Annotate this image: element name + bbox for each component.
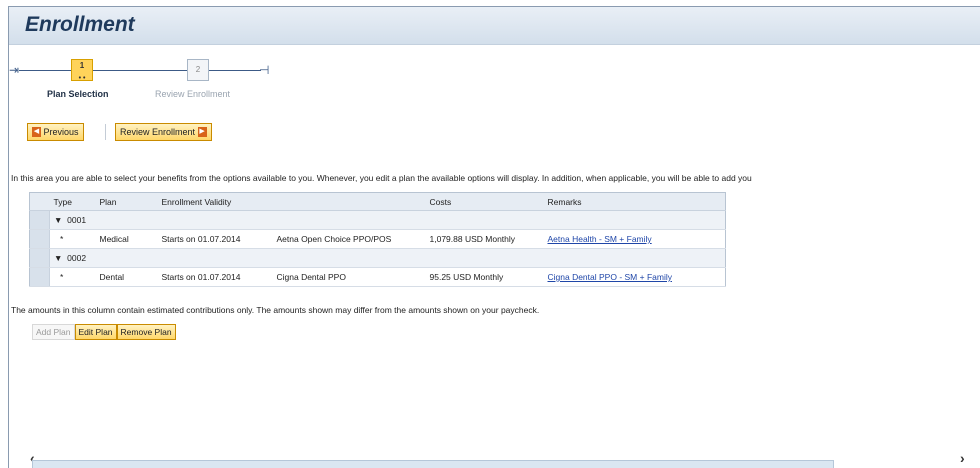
group-cell: ▼ 0001 [49,210,726,230]
cell-remarks: Aetna Health - SM + Family [543,229,726,249]
group-label: 0001 [67,215,87,225]
roadmap-step-2[interactable]: 2 [187,59,209,81]
step-label-plan-selection[interactable]: Plan Selection [47,89,109,99]
group-cell: ▼ 0002 [49,248,726,268]
row-selector[interactable] [29,229,50,249]
info-text: In this area you are able to select your… [11,173,752,183]
navigation-buttons: ◀ Previous Review Enrollment ▶ [9,123,980,143]
cell-costs: 1,079.88 USD Monthly [425,229,544,249]
collapse-icon[interactable]: ▼ [54,215,62,225]
cell-plan: Medical [95,229,158,249]
roadmap-line [19,70,71,71]
remarks-link[interactable]: Aetna Health - SM + Family [548,234,652,244]
roadmap-end-icon: ⊣ [259,63,270,77]
table-header-row: Type Plan Enrollment Validity Costs Rema… [29,192,726,211]
row-selector[interactable] [29,248,50,268]
enrollment-window: Enrollment ⇥ 1 • • 2 ⊣ Plan Selection Rev… [8,6,980,468]
cell-type: * [49,267,96,287]
remove-plan-button[interactable]: Remove Plan [116,324,176,340]
table-row[interactable]: * Medical Starts on 01.07.2014 Aetna Ope… [29,229,726,249]
horizontal-scrollbar[interactable]: ‹ › [0,450,980,468]
page-title: Enrollment [25,13,135,36]
add-plan-button[interactable]: Add Plan [32,324,75,340]
cell-plan: Dental [95,267,158,287]
title-bar: Enrollment [9,7,980,45]
cell-type: * [49,229,96,249]
table-group-row[interactable]: ▼ 0002 [29,248,726,268]
roadmap: ⇥ 1 • • 2 ⊣ Plan Selection Review Enrollm… [9,53,980,105]
cell-option: Aetna Open Choice PPO/POS [272,229,426,249]
col-remarks: Remarks [543,192,726,211]
roadmap-start-icon: ⇥ [9,63,20,77]
step-number: 2 [195,65,201,74]
col-type: Type [49,192,96,211]
col-validity: Enrollment Validity [157,192,273,211]
cell-validity: Starts on 01.07.2014 [157,229,273,249]
cell-option: Cigna Dental PPO [272,267,426,287]
plan-actions: Add Plan Edit Plan Remove Plan [32,324,176,342]
review-enrollment-button[interactable]: Review Enrollment ▶ [115,123,212,141]
disclaimer-note: The amounts in this column contain estim… [11,305,540,315]
roadmap-line [93,70,187,71]
scrollbar-track[interactable] [32,460,834,468]
divider [105,124,106,140]
cell-remarks: Cigna Dental PPO - SM + Family [543,267,726,287]
previous-label: Previous [43,127,79,137]
col-plan: Plan [95,192,158,211]
collapse-icon[interactable]: ▼ [54,253,62,263]
roadmap-step-1[interactable]: 1 • • [71,59,93,82]
scroll-right-icon[interactable]: › [960,450,965,466]
col-option [272,192,426,211]
arrow-left-icon: ◀ [32,126,41,137]
roadmap-line [209,70,261,71]
row-selector[interactable] [29,210,50,230]
arrow-right-icon: ▶ [197,126,207,137]
review-enrollment-label: Review Enrollment [120,127,196,137]
row-selector[interactable] [29,267,50,287]
cell-validity: Starts on 01.07.2014 [157,267,273,287]
select-all-header[interactable] [29,192,50,211]
plans-table: Type Plan Enrollment Validity Costs Rema… [29,192,726,287]
remarks-link[interactable]: Cigna Dental PPO - SM + Family [548,272,672,282]
step-label-review-enrollment[interactable]: Review Enrollment [155,89,230,99]
col-costs: Costs [425,192,544,211]
group-label: 0002 [67,253,87,263]
table-row[interactable]: * Dental Starts on 01.07.2014 Cigna Dent… [29,267,726,287]
edit-plan-button[interactable]: Edit Plan [74,324,117,340]
table-group-row[interactable]: ▼ 0001 [29,210,726,230]
step-number: 1 [79,61,85,70]
cell-costs: 95.25 USD Monthly [425,267,544,287]
previous-button[interactable]: ◀ Previous [27,123,84,141]
